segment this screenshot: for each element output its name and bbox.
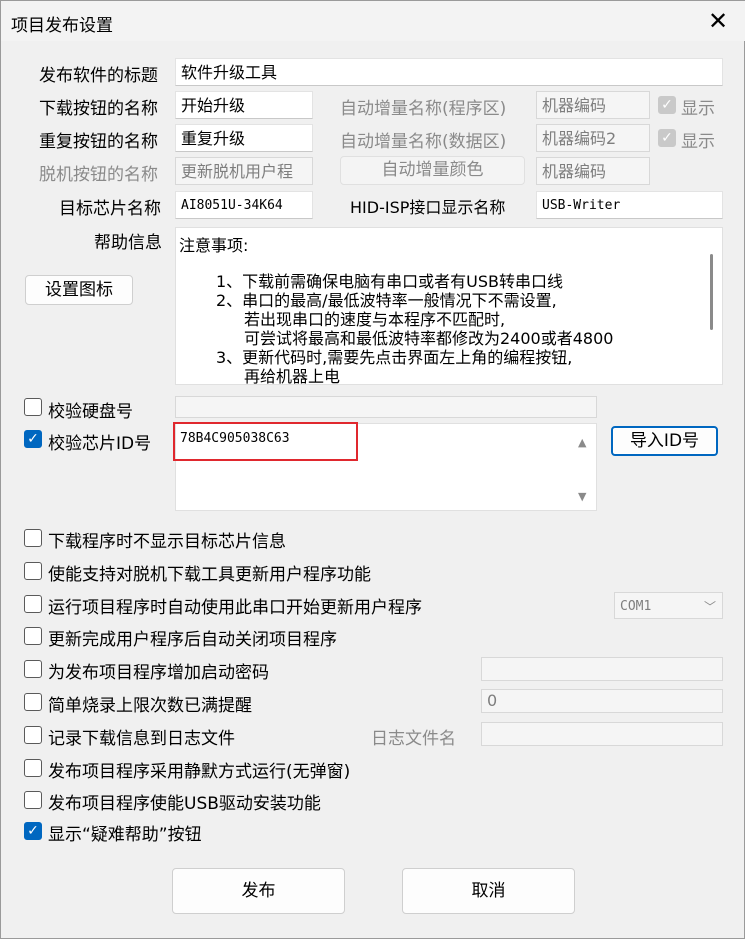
scroll-down-icon[interactable]: ▼	[578, 490, 586, 503]
title-input[interactable]: 软件升级工具	[175, 58, 723, 86]
verify-disk-checkbox[interactable]	[24, 398, 42, 416]
option-label: 记录下载信息到日志文件	[48, 729, 235, 749]
option-checkbox[interactable]	[24, 627, 42, 645]
disk-id-input[interactable]	[175, 396, 597, 418]
scroll-up-icon[interactable]: ▲	[578, 436, 586, 449]
import-id-button[interactable]: 导入ID号	[611, 426, 718, 456]
auto-inc-color-input[interactable]: 机器编码	[536, 157, 650, 185]
limit-count-input[interactable]: 0	[481, 689, 723, 713]
repeat-input[interactable]: 重复升级	[175, 124, 313, 152]
option-checkbox[interactable]	[24, 693, 42, 711]
window-title: 项目发布设置	[11, 16, 113, 36]
help-scrollbar-thumb[interactable]	[710, 254, 713, 330]
option-checkbox[interactable]	[24, 822, 42, 840]
auto-inc-program-input[interactable]: 机器编码	[536, 91, 650, 119]
option-label: 为发布项目程序增加启动密码	[48, 663, 269, 683]
project-publish-dialog: 项目发布设置 ✕ 发布软件的标题 软件升级工具 下载按钮的名称 开始升级 自动增…	[0, 0, 745, 939]
log-file-label: 日志文件名	[371, 729, 456, 749]
download-input[interactable]: 开始升级	[175, 91, 313, 119]
chip-input[interactable]: AI8051U-34K64	[175, 191, 313, 219]
verify-chip-label: 校验芯片ID号	[48, 434, 152, 454]
option-label: 简单烧录上限次数已满提醒	[48, 696, 252, 716]
offline-label: 脱机按钮的名称	[39, 165, 158, 185]
set-icon-button[interactable]: 设置图标	[25, 275, 133, 305]
option-label: 运行项目程序时自动使用此串口开始更新用户程序	[48, 598, 422, 618]
password-input[interactable]	[481, 657, 723, 681]
option-label: 使能支持对脱机下载工具更新用户程序功能	[48, 565, 371, 585]
chip-label: 目标芯片名称	[59, 199, 161, 219]
auto-inc-program-label: 自动增量名称(程序区)	[340, 99, 507, 119]
option-label: 发布项目程序使能USB驱动安装功能	[48, 794, 321, 814]
close-icon[interactable]: ✕	[701, 5, 735, 37]
option-checkbox[interactable]	[24, 660, 42, 678]
chip-id-value: 78B4C905038C63	[180, 431, 290, 446]
hid-label: HID-ISP接口显示名称	[350, 198, 506, 217]
help-textbox[interactable]: 注意事项: 1、下载前需确保电脑有串口或者有USB转串口线 2、串口的最高/最低…	[175, 227, 723, 385]
option-checkbox[interactable]	[24, 595, 42, 613]
download-label: 下载按钮的名称	[39, 99, 158, 119]
auto-inc-data-label: 自动增量名称(数据区)	[340, 132, 507, 152]
help-line: 再给机器上电	[244, 367, 341, 385]
help-label: 帮助信息	[94, 233, 162, 253]
title-label: 发布软件的标题	[39, 66, 158, 86]
show-program-checkbox[interactable]	[658, 96, 676, 114]
show-data-checkbox[interactable]	[658, 129, 676, 147]
show-data-label: 显示	[681, 132, 715, 152]
option-label: 发布项目程序采用静默方式运行(无弹窗)	[48, 762, 351, 782]
show-program-label: 显示	[681, 99, 715, 119]
option-checkbox[interactable]	[24, 562, 42, 580]
publish-button[interactable]: 发布	[172, 868, 345, 914]
repeat-label: 重复按钮的名称	[39, 132, 158, 152]
verify-disk-label: 校验硬盘号	[48, 402, 133, 422]
hid-input[interactable]: USB-Writer	[536, 191, 723, 219]
cancel-button[interactable]: 取消	[402, 868, 575, 914]
chevron-down-icon[interactable]: ﹀	[704, 598, 716, 615]
auto-inc-color-button[interactable]: 自动增量颜色	[340, 156, 525, 185]
option-label: 更新完成用户程序后自动关闭项目程序	[48, 630, 337, 650]
help-line: 注意事项:	[179, 236, 249, 255]
com-port-value: COM1	[620, 599, 652, 614]
auto-inc-data-input[interactable]: 机器编码2	[536, 124, 650, 152]
option-label: 下载程序时不显示目标芯片信息	[48, 532, 286, 552]
option-checkbox[interactable]	[24, 529, 42, 547]
verify-chip-checkbox[interactable]	[24, 430, 42, 448]
option-checkbox[interactable]	[24, 791, 42, 809]
log-file-input[interactable]	[481, 722, 723, 746]
option-label: 显示“疑难帮助”按钮	[48, 825, 202, 845]
offline-input[interactable]: 更新脱机用户程	[175, 157, 313, 185]
option-checkbox[interactable]	[24, 726, 42, 744]
option-checkbox[interactable]	[24, 759, 42, 777]
